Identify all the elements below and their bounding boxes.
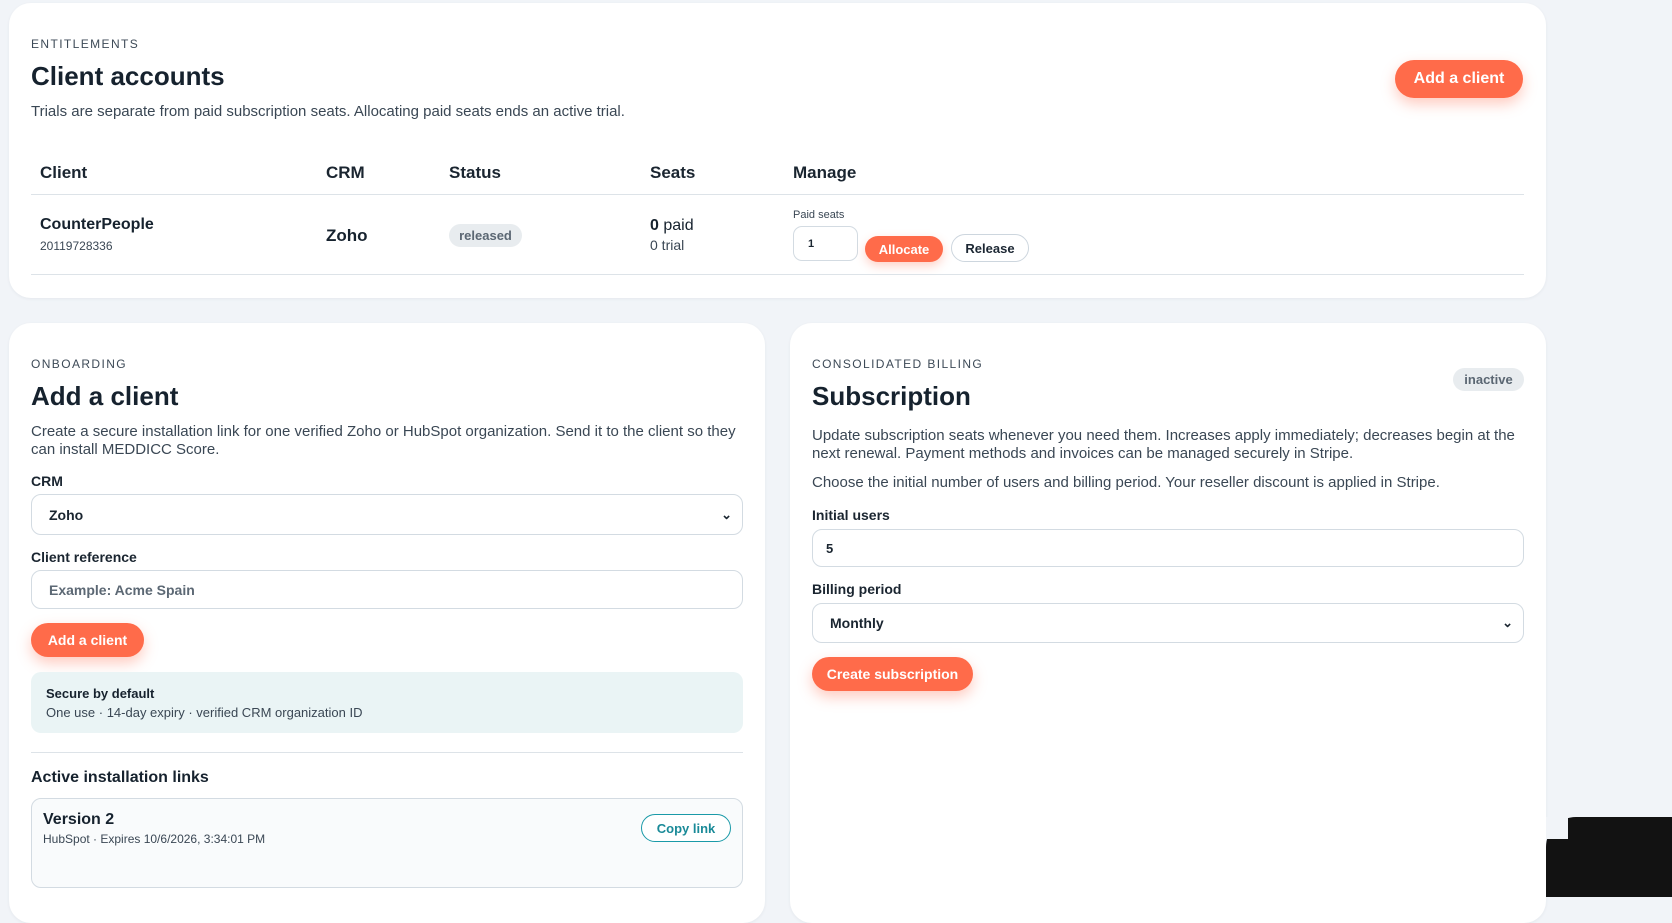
secure-text: One use · 14-day expiry · verified CRM o… <box>46 705 363 720</box>
link-title: Version 2 <box>43 811 115 828</box>
subscription-description-2: Choose the initial number of users and b… <box>812 474 1440 491</box>
add-client-button[interactable]: Add a client <box>31 623 144 657</box>
link-meta: HubSpot · Expires 10/6/2026, 3:34:01 PM <box>43 832 266 846</box>
create-subscription-button[interactable]: Create subscription <box>812 657 973 691</box>
release-button[interactable]: Release <box>951 234 1029 262</box>
seats-paid-count: 0 <box>650 217 659 234</box>
client-accounts-title: Client accounts <box>31 61 225 91</box>
initial-users-label: Initial users <box>812 507 890 523</box>
column-header-status: Status <box>449 163 501 182</box>
add-client-button-top[interactable]: Add a client <box>1395 60 1523 98</box>
paid-seats-input[interactable]: 1 <box>793 226 858 261</box>
table-header-divider <box>31 194 1524 195</box>
subscription-status-badge: inactive <box>1453 368 1524 391</box>
client-reference-input[interactable]: Example: Acme Spain <box>31 570 743 609</box>
billing-period-value: Monthly <box>830 615 884 631</box>
chevron-down-icon: ⌄ <box>721 506 732 522</box>
status-badge: released <box>449 224 522 247</box>
client-reference-placeholder: Example: Acme Spain <box>49 581 195 598</box>
add-client-description: Create a secure installation link for on… <box>31 423 736 458</box>
subscription-title: Subscription <box>812 381 971 411</box>
add-client-title: Add a client <box>31 381 179 411</box>
window-corner-mask <box>1546 817 1568 839</box>
crm-label: CRM <box>31 473 63 489</box>
client-crm: Zoho <box>326 226 368 245</box>
subscription-card: CONSOLIDATED BILLING Subscription inacti… <box>790 323 1546 923</box>
client-reference-label: Client reference <box>31 549 137 565</box>
initial-users-input[interactable]: 5 <box>812 529 1524 567</box>
entitlements-eyebrow: ENTITLEMENTS <box>31 37 140 51</box>
crm-select-value: Zoho <box>49 506 84 523</box>
client-name: CounterPeople <box>40 216 154 233</box>
crm-select[interactable]: Zoho ⌄ <box>31 494 743 535</box>
onboarding-card: ONBOARDING Add a client Create a secure … <box>9 323 765 923</box>
allocate-button[interactable]: Allocate <box>865 236 943 262</box>
column-header-manage: Manage <box>793 163 857 182</box>
billing-eyebrow: CONSOLIDATED BILLING <box>812 357 984 371</box>
client-accounts-description: Trials are separate from paid subscripti… <box>31 103 625 120</box>
active-links-title: Active installation links <box>31 769 209 786</box>
seats-paid: 0 paid <box>650 217 694 235</box>
client-id: 20119728336 <box>40 239 113 253</box>
column-header-client: Client <box>40 163 88 182</box>
installation-link-item: Version 2 HubSpot · Expires 10/6/2026, 3… <box>31 798 743 888</box>
billing-period-label: Billing period <box>812 581 902 597</box>
section-divider <box>31 752 743 753</box>
copy-link-button[interactable]: Copy link <box>641 814 731 842</box>
seats-trial: 0 trial <box>650 237 685 253</box>
seats-paid-word: paid <box>663 217 694 234</box>
column-header-crm: CRM <box>326 163 365 182</box>
billing-period-select[interactable]: Monthly ⌄ <box>812 603 1524 643</box>
paid-seats-label: Paid seats <box>793 209 845 221</box>
secure-info-box: Secure by default One use · 14-day expir… <box>31 672 743 733</box>
onboarding-eyebrow: ONBOARDING <box>31 357 128 371</box>
column-header-seats: Seats <box>650 163 696 182</box>
client-accounts-card: ENTITLEMENTS Client accounts Trials are … <box>9 3 1546 298</box>
secure-title: Secure by default <box>46 686 155 701</box>
chevron-down-icon: ⌄ <box>1502 615 1513 630</box>
subscription-description: Update subscription seats whenever you n… <box>812 427 1515 462</box>
table-row-divider <box>31 274 1524 275</box>
